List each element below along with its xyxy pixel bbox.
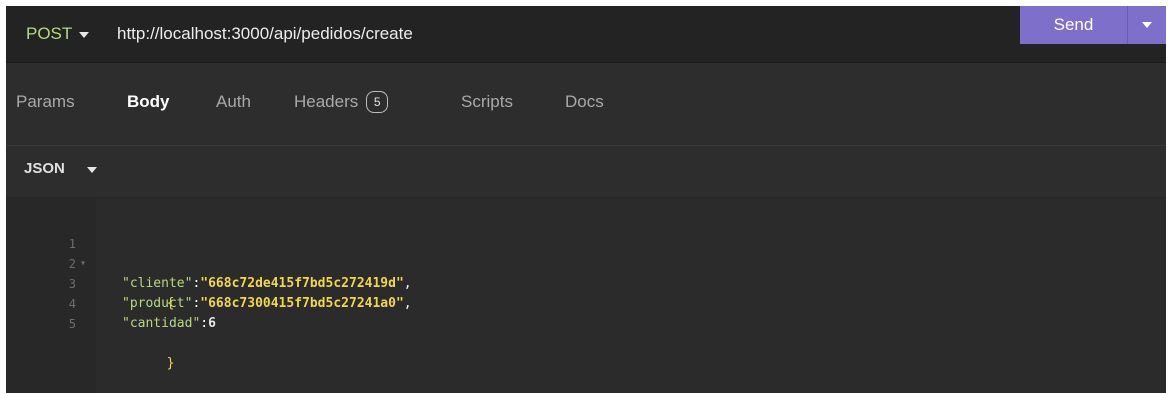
send-options-button[interactable] <box>1128 6 1166 44</box>
fold-arrow-icon[interactable]: ▾ <box>80 254 86 274</box>
json-key: "cliente" <box>122 276 193 291</box>
request-editor: POST http://localhost:3000/api/pedidos/c… <box>6 6 1166 393</box>
json-comma: , <box>403 276 412 291</box>
code-line: 1 ▾ { <box>6 214 175 311</box>
code-line: 2 "cliente":"668c72de415f7bd5c272419d", <box>6 234 412 291</box>
tab-headers-label: Headers <box>294 92 359 111</box>
json-editor[interactable]: 1 ▾ { 2 "cliente":"668c72de415f7bd5c2724… <box>6 198 1166 393</box>
code-text: "cliente":"668c72de415f7bd5c272419d", <box>122 274 412 294</box>
code-text: "product":"668c7300415f7bd5c27241a0", <box>122 294 412 314</box>
method-selector[interactable]: POST <box>26 22 90 46</box>
url-input[interactable]: http://localhost:3000/api/pedidos/create <box>117 22 413 46</box>
send-button[interactable]: Send <box>1020 6 1128 44</box>
tab-auth[interactable]: Auth <box>216 87 251 117</box>
line-number: 5 <box>68 317 76 331</box>
chevron-down-icon <box>79 31 90 38</box>
json-comma: , <box>403 296 412 311</box>
json-key: "cantidad" <box>122 316 201 331</box>
body-format-selector[interactable]: JSON <box>24 160 97 177</box>
json-value: "668c72de415f7bd5c272419d" <box>200 276 404 291</box>
code-line: 4 "cantidad":6 <box>6 274 216 331</box>
headers-count-badge: 5 <box>366 91 389 113</box>
send-group: Send <box>1020 6 1166 44</box>
url-bar: POST http://localhost:3000/api/pedidos/c… <box>6 6 1166 63</box>
close-brace: } <box>166 356 175 371</box>
json-key: "product" <box>122 296 193 311</box>
json-value: "668c7300415f7bd5c27241a0" <box>200 296 404 311</box>
code-text: } <box>104 334 175 393</box>
body-format-label: JSON <box>24 160 65 177</box>
tab-body[interactable]: Body <box>127 87 170 117</box>
chevron-down-icon <box>86 166 97 173</box>
json-value: 6 <box>208 316 216 331</box>
request-tabs: Params Body Auth Headers 5 Scripts Docs <box>6 63 1166 145</box>
tab-scripts[interactable]: Scripts <box>461 87 513 117</box>
chevron-down-icon <box>1142 22 1152 28</box>
code-text: "cantidad":6 <box>122 314 216 334</box>
tab-headers[interactable]: Headers 5 <box>294 87 389 117</box>
tab-params[interactable]: Params <box>16 87 75 117</box>
tab-docs[interactable]: Docs <box>565 87 604 117</box>
method-label: POST <box>26 24 73 43</box>
json-colon: : <box>200 316 209 331</box>
body-format-bar: JSON <box>6 145 1166 198</box>
code-line: 3 "product":"668c7300415f7bd5c27241a0", <box>6 254 412 311</box>
code-line: 5 } <box>6 294 175 371</box>
